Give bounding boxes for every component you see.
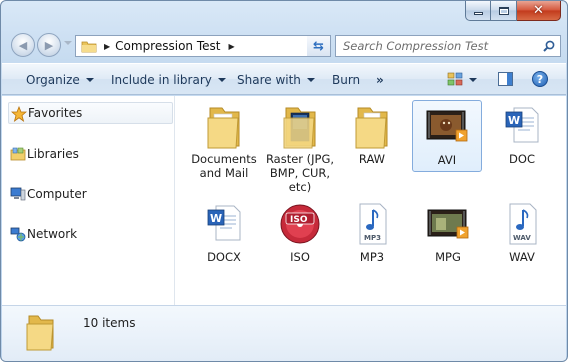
sidebar-item-label: Computer xyxy=(27,187,87,201)
help-button[interactable]: ? xyxy=(532,71,548,87)
preview-pane-icon xyxy=(507,73,512,85)
navigation-bar: ◀ ▶ ▶ Compression Test ▶ ⇆ xyxy=(9,31,561,59)
include-in-library-menu[interactable]: Include in library xyxy=(111,64,226,95)
file-item-iso[interactable]: ISO ISO xyxy=(264,198,336,294)
forward-button[interactable]: ▶ xyxy=(37,33,61,57)
breadcrumb-arrow-icon[interactable]: ▶ xyxy=(228,42,234,51)
view-options-dropdown[interactable] xyxy=(469,78,477,82)
forward-arrow-icon: ▶ xyxy=(44,38,54,52)
share-with-label: Share with xyxy=(237,72,301,87)
command-bar: Organize Include in library Share with B… xyxy=(2,63,566,95)
sidebar-item-label: Favorites xyxy=(28,106,83,120)
close-button[interactable]: ✕ xyxy=(517,1,561,21)
file-item-label: MPG xyxy=(435,250,461,264)
folder-icon xyxy=(207,107,240,149)
chevron-down-icon xyxy=(85,77,94,82)
file-item-avi[interactable]: AVI xyxy=(412,100,482,172)
file-item-label: MP3 xyxy=(359,250,385,264)
network-icon xyxy=(10,227,26,242)
search-box[interactable] xyxy=(335,35,561,57)
organize-menu[interactable]: Organize xyxy=(26,64,94,95)
more-commands-label: » xyxy=(376,72,384,87)
chevron-down-icon xyxy=(306,77,315,82)
file-item-label: RAW xyxy=(358,152,386,166)
sidebar-item-label: Network xyxy=(27,227,78,241)
minimize-button[interactable] xyxy=(465,1,491,21)
sidebar-item-label: Libraries xyxy=(27,147,79,161)
video-file-icon xyxy=(426,110,468,142)
mp3-badge-text: MP3 xyxy=(364,234,381,242)
folder-icon xyxy=(283,107,316,149)
file-list: Documents and Mail Raster (JPG, BMP, CUR… xyxy=(176,96,566,305)
burn-label: Burn xyxy=(332,72,361,87)
breadcrumb-arrow-icon[interactable]: ▶ xyxy=(104,42,110,51)
star-icon xyxy=(11,106,27,122)
sidebar-item-libraries[interactable]: Libraries xyxy=(8,143,173,165)
explorer-window: ✕ ◀ ▶ ▶ Compression Test ▶ ⇆ Orga xyxy=(0,0,568,362)
recent-pages-dropdown[interactable] xyxy=(64,41,72,45)
navigation-pane: Favorites Libraries Computer Network xyxy=(2,96,175,305)
file-item-mp3[interactable]: MP3 MP3 xyxy=(336,198,408,294)
file-item-mpg[interactable]: MPG xyxy=(412,198,484,294)
video-file-icon xyxy=(427,209,469,239)
chevron-down-icon xyxy=(217,77,226,82)
word-file-icon: W xyxy=(207,205,241,241)
svg-text:W: W xyxy=(210,212,222,225)
file-item-label: Raster (JPG, BMP, CUR, etc) xyxy=(265,152,335,194)
file-item-doc[interactable]: W DOC xyxy=(486,100,558,196)
audio-file-icon: MP3 xyxy=(359,203,387,245)
iso-disc-icon: ISO xyxy=(280,204,320,244)
search-input[interactable] xyxy=(343,39,533,53)
word-file-icon: W xyxy=(505,107,539,143)
share-with-menu[interactable]: Share with xyxy=(237,64,315,95)
computer-icon xyxy=(10,187,26,201)
main-area: Favorites Libraries Computer Network Doc… xyxy=(2,96,566,305)
file-item-label: Documents and Mail xyxy=(191,152,257,180)
change-view-icon[interactable] xyxy=(447,72,463,86)
sidebar-item-computer[interactable]: Computer xyxy=(8,183,173,205)
help-icon: ? xyxy=(536,72,544,86)
folder-icon xyxy=(26,315,54,351)
details-pane: 10 items xyxy=(2,305,566,361)
item-count: 10 items xyxy=(83,316,136,330)
file-item-documents-and-mail[interactable]: Documents and Mail xyxy=(188,100,260,196)
folder-icon xyxy=(355,107,388,149)
sidebar-item-network[interactable]: Network xyxy=(8,223,173,245)
file-item-raw[interactable]: RAW xyxy=(336,100,408,196)
audio-file-icon: WAV xyxy=(509,203,537,245)
burn-button[interactable]: Burn xyxy=(332,64,360,95)
refresh-icon: ⇆ xyxy=(313,38,324,54)
sidebar-item-favorites[interactable]: Favorites xyxy=(8,102,173,124)
iso-badge-text: ISO xyxy=(290,215,308,225)
close-icon: ✕ xyxy=(533,3,544,18)
maximize-icon xyxy=(498,6,509,15)
search-icon xyxy=(543,40,555,52)
file-item-raster[interactable]: Raster (JPG, BMP, CUR, etc) xyxy=(264,100,336,196)
maximize-button[interactable] xyxy=(491,1,517,21)
refresh-button[interactable]: ⇆ xyxy=(307,35,331,57)
wav-badge-text: WAV xyxy=(513,234,531,242)
file-item-label: WAV xyxy=(509,250,535,264)
svg-text:W: W xyxy=(508,114,520,127)
file-item-label: ISO xyxy=(290,250,310,264)
organize-label: Organize xyxy=(26,72,80,87)
file-item-docx[interactable]: W DOCX xyxy=(188,198,260,294)
back-button[interactable]: ◀ xyxy=(11,33,35,57)
back-arrow-icon: ◀ xyxy=(18,38,28,52)
caption-buttons: ✕ xyxy=(465,1,561,21)
preview-pane-button[interactable] xyxy=(498,72,513,86)
libraries-icon xyxy=(10,147,26,161)
file-item-label: DOC xyxy=(509,152,535,166)
breadcrumb-current-folder[interactable]: Compression Test xyxy=(115,39,220,53)
folder-icon xyxy=(81,41,97,52)
minimize-icon xyxy=(473,12,483,15)
more-commands-button[interactable]: » xyxy=(376,64,384,95)
address-bar[interactable]: ▶ Compression Test ▶ xyxy=(75,35,331,57)
include-in-library-label: Include in library xyxy=(111,72,212,87)
file-item-label: DOCX xyxy=(207,250,241,264)
file-item-wav[interactable]: WAV WAV xyxy=(486,198,558,294)
file-item-label: AVI xyxy=(437,153,457,167)
